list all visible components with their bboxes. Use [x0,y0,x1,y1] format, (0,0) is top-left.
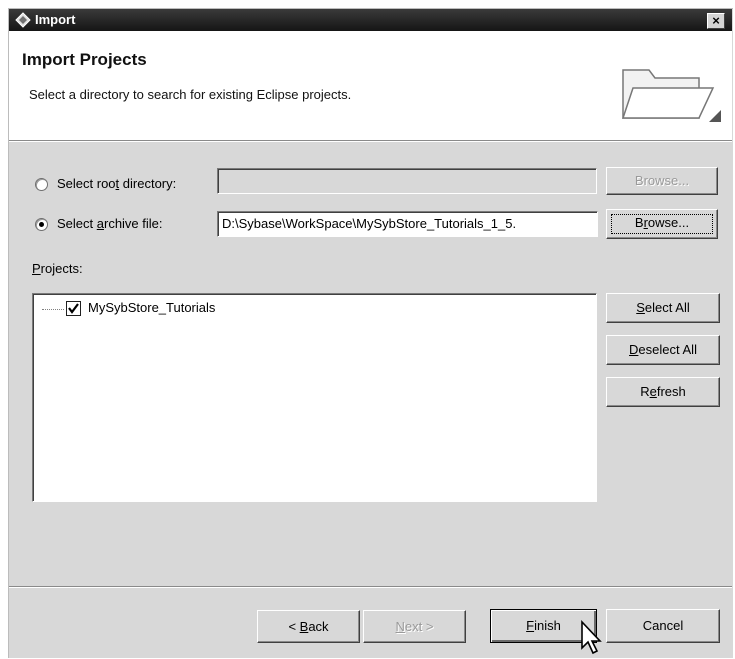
page-title: Import Projects [22,50,147,69]
project-checkbox[interactable] [66,301,81,316]
focus-rectangle [611,214,713,234]
refresh-button[interactable]: Refresh [606,377,720,407]
browse-root-button[interactable]: Browse... [606,167,718,195]
folder-icon [621,69,721,122]
archive-file-input[interactable]: D:\Sybase\WorkSpace\MySybStore_Tutorials… [217,211,598,237]
archive-file-label: Select archive file: [57,216,163,231]
root-directory-label: Select root directory: [57,176,177,191]
header-separator [9,140,732,142]
title-bar[interactable] [9,9,732,31]
eclipse-diamond-icon [15,12,31,28]
list-item[interactable]: MySybStore_Tutorials [88,300,215,315]
window-title: Import [35,12,76,27]
browse-archive-button[interactable]: Browse... [606,209,718,239]
mouse-cursor-icon [581,620,602,655]
tree-connector [42,309,64,310]
cancel-button[interactable]: Cancel [606,609,720,643]
back-button[interactable]: < Back [257,610,360,643]
archive-file-radio[interactable] [35,218,48,231]
radio-selected-dot [39,222,44,227]
root-directory-field[interactable] [217,168,597,194]
select-all-button[interactable]: Select All [606,293,720,323]
deselect-all-button[interactable]: Deselect All [606,335,720,365]
root-directory-radio[interactable] [35,178,48,191]
close-icon: × [712,13,720,28]
footer-separator [9,586,732,588]
page-description: Select a directory to search for existin… [29,87,352,102]
projects-label: Projects: [32,261,83,276]
close-button[interactable]: × [707,13,725,29]
checkmark-icon [68,303,79,314]
next-button[interactable]: Next > [363,610,466,643]
projects-list[interactable] [32,293,597,502]
